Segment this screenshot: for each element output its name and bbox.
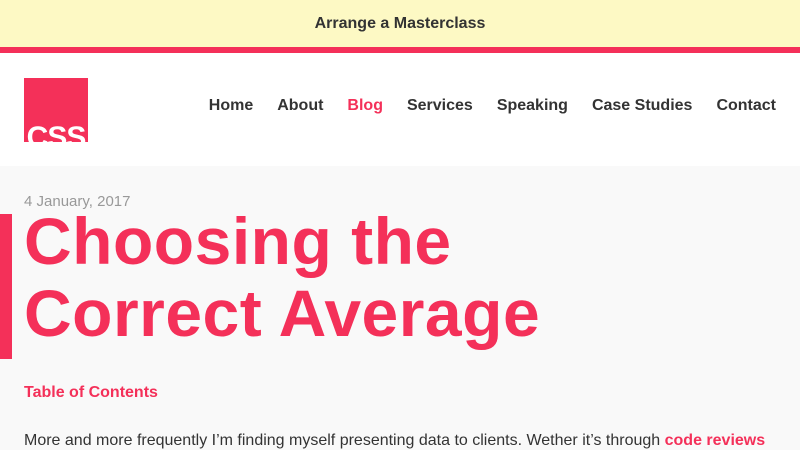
page-title: Choosing the Correct Average bbox=[24, 205, 724, 349]
table-of-contents-link[interactable]: Table of Contents bbox=[24, 384, 158, 402]
code-reviews-link[interactable]: code reviews bbox=[665, 432, 766, 449]
intro-text: More and more frequently I’m finding mys… bbox=[24, 432, 665, 449]
nav-case-studies[interactable]: Case Studies bbox=[592, 97, 692, 115]
nav-contact[interactable]: Contact bbox=[716, 97, 776, 115]
logo-text: CSS bbox=[26, 121, 87, 142]
main-nav: Home About Blog Services Speaking Case S… bbox=[185, 97, 776, 115]
active-nav-indicator bbox=[341, 153, 367, 166]
title-line-2: Correct Average bbox=[24, 276, 541, 350]
masterclass-link[interactable]: Arrange a Masterclass bbox=[315, 15, 486, 33]
nav-services[interactable]: Services bbox=[407, 97, 473, 115]
title-line-1: Choosing the bbox=[24, 204, 452, 278]
promo-banner: Arrange a Masterclass bbox=[0, 0, 800, 47]
nav-speaking[interactable]: Speaking bbox=[497, 97, 568, 115]
site-logo[interactable]: CSS bbox=[24, 78, 88, 142]
title-accent-bar bbox=[0, 214, 12, 359]
nav-home[interactable]: Home bbox=[209, 97, 253, 115]
site-header: CSS Home About Blog Services Speaking Ca… bbox=[0, 53, 800, 166]
intro-paragraph: More and more frequently I’m finding mys… bbox=[24, 432, 800, 450]
nav-blog[interactable]: Blog bbox=[347, 97, 383, 115]
nav-about[interactable]: About bbox=[277, 97, 323, 115]
